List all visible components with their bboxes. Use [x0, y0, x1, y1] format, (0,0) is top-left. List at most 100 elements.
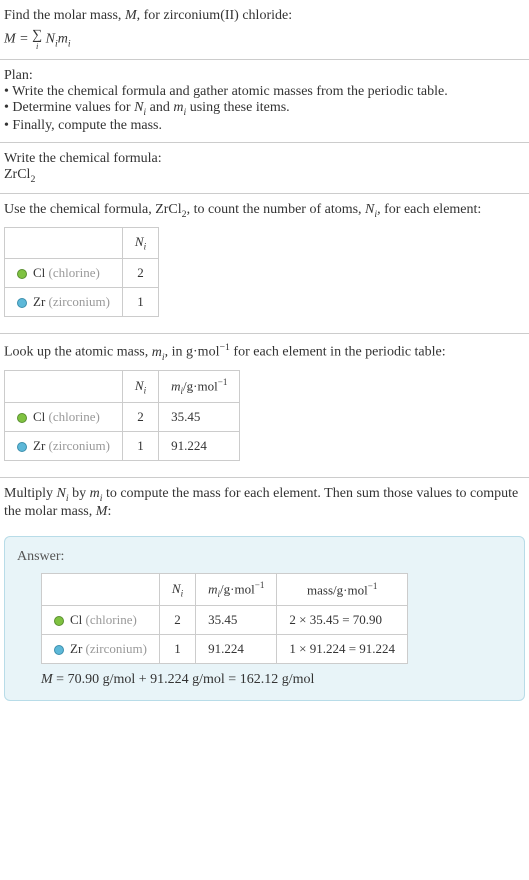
element-dot-icon — [17, 442, 27, 452]
cell-element: Zr (zirconium) — [5, 432, 123, 461]
formula-eq: = — [16, 32, 32, 47]
sigma-index: i — [32, 42, 42, 51]
elem-name: (chlorine) — [49, 265, 100, 280]
col-n-label: N — [135, 378, 144, 393]
table-header-row: Ni mi/g·mol−1 mass/g·mol−1 — [42, 574, 408, 606]
step3-sup: −1 — [219, 342, 229, 353]
step2-section: Use the chemical formula, ZrCl 2 , to coun… — [0, 194, 529, 334]
molar-mass-formula: M = ∑i Nimi — [4, 28, 525, 51]
elem-name: (zirconium) — [49, 438, 110, 453]
plan-bullet-1: • Write the chemical formula and gather … — [4, 84, 525, 100]
elem-symbol: Zr — [33, 294, 45, 309]
elem-symbol: Cl — [33, 265, 45, 280]
cell-mass: 1 × 91.224 = 91.224 — [277, 635, 408, 664]
cell-element: Cl (chlorine) — [5, 403, 123, 432]
formula-lhs: M — [4, 32, 16, 47]
cell-element: Cl (chlorine) — [5, 258, 123, 287]
col-m-label: m — [208, 581, 217, 596]
intro-text: Find the molar mass, M, for zirconium(II… — [4, 8, 525, 24]
col-m: mi/g·mol−1 — [159, 371, 240, 403]
cell-n: 1 — [122, 432, 158, 461]
chemical-formula: ZrCl2 — [4, 167, 525, 185]
table-row: Cl (chlorine) 2 35.45 — [5, 403, 240, 432]
step4-b: by — [69, 486, 90, 501]
element-dot-icon — [54, 616, 64, 626]
element-dot-icon — [17, 413, 27, 423]
col-n: Ni — [159, 574, 195, 606]
table-row: Cl (chlorine) 2 — [5, 258, 159, 287]
col-element — [5, 371, 123, 403]
cell-m: 91.224 — [159, 432, 240, 461]
var-M: M — [125, 8, 137, 23]
step2-b: , to count the number of atoms, — [187, 202, 365, 217]
cell-m: 35.45 — [159, 403, 240, 432]
col-n: Ni — [122, 371, 158, 403]
step3-a: Look up the atomic mass, — [4, 345, 152, 360]
elem-name: (zirconium) — [49, 294, 110, 309]
sigma-block: ∑i — [32, 28, 42, 51]
element-dot-icon — [17, 298, 27, 308]
var-mi-2: mi — [152, 345, 165, 360]
table-header-row: Ni mi/g·mol−1 — [5, 371, 240, 403]
step1-section: Write the chemical formula: ZrCl2 — [0, 143, 529, 194]
col-m-unit: /g·mol — [183, 379, 218, 394]
formula-N: N — [46, 32, 55, 47]
step2-a: Use the chemical formula, ZrCl — [4, 202, 182, 217]
table-row: Zr (zirconium) 1 91.224 — [5, 432, 240, 461]
cell-n: 1 — [159, 635, 195, 664]
answer-table: Ni mi/g·mol−1 mass/g·mol−1 Cl (chlorine)… — [41, 573, 408, 664]
col-element — [5, 228, 123, 259]
element-dot-icon — [17, 269, 27, 279]
elem-symbol: Cl — [70, 612, 82, 627]
col-n: Ni — [122, 228, 158, 259]
var-Ni-2: Ni — [365, 202, 377, 217]
final-result: M = 70.90 g/mol + 91.224 g/mol = 162.12 … — [41, 672, 512, 688]
plan-section: Plan: • Write the chemical formula and g… — [0, 60, 529, 143]
final-M: M — [41, 672, 53, 687]
answer-heading: Answer: — [17, 549, 512, 565]
plan-b2-a: • Determine values for — [4, 100, 134, 115]
var-Ni: Ni — [134, 100, 146, 115]
formula-m-sub: i — [68, 39, 71, 50]
plan-bullet-2: • Determine values for Ni and mi using t… — [4, 100, 525, 118]
step2-text: Use the chemical formula, ZrCl2, to coun… — [4, 202, 525, 220]
cell-n: 2 — [159, 606, 195, 635]
var-Ni-3: Ni — [57, 486, 69, 501]
step4-section: Multiply Ni by mi to compute the mass fo… — [0, 478, 529, 528]
cell-n: 1 — [122, 287, 158, 316]
step3-section: Look up the atomic mass, mi, in g·mol−1 … — [0, 334, 529, 478]
col-mass: mass/g·mol−1 — [277, 574, 408, 606]
atom-count-table: Ni Cl (chlorine) 2 Zr (zirconium) 1 — [4, 227, 159, 317]
cell-n: 2 — [122, 258, 158, 287]
plan-b2-b: and — [146, 100, 173, 115]
step3-b: , in g·mol — [165, 345, 220, 360]
step1-heading: Write the chemical formula: — [4, 151, 525, 167]
cell-m: 91.224 — [196, 635, 277, 664]
col-m-unit: /g·mol — [220, 581, 255, 596]
step3-text: Look up the atomic mass, mi, in g·mol−1 … — [4, 342, 525, 362]
cell-element: Zr (zirconium) — [42, 635, 160, 664]
var-mi-3: mi — [90, 486, 103, 501]
elem-name: (zirconium) — [86, 641, 147, 656]
elem-name: (chlorine) — [86, 612, 137, 627]
step3-c: for each element in the periodic table: — [230, 345, 446, 360]
formula-m: m — [58, 32, 68, 47]
elem-symbol: Zr — [33, 438, 45, 453]
table-row: Zr (zirconium) 1 91.224 1 × 91.224 = 91.… — [42, 635, 408, 664]
element-dot-icon — [54, 645, 64, 655]
cell-element: Zr (zirconium) — [5, 287, 123, 316]
final-eq: = 70.90 g/mol + 91.224 g/mol = 162.12 g/… — [53, 672, 315, 687]
step4-d: : — [107, 504, 111, 519]
formula-sub: 2 — [30, 174, 35, 185]
table-row: Zr (zirconium) 1 — [5, 287, 159, 316]
atomic-mass-table: Ni mi/g·mol−1 Cl (chlorine) 2 35.45 Zr (… — [4, 370, 240, 461]
table-header-row: Ni — [5, 228, 159, 259]
plan-b2-c: using these items. — [186, 100, 289, 115]
elem-name: (chlorine) — [49, 409, 100, 424]
col-m: mi/g·mol−1 — [196, 574, 277, 606]
col-n-label: N — [172, 581, 181, 596]
sigma-icon: ∑ — [32, 28, 42, 43]
step2-c: , for each element: — [377, 202, 481, 217]
step4-text: Multiply Ni by mi to compute the mass fo… — [4, 486, 525, 520]
cell-mass: 2 × 35.45 = 70.90 — [277, 606, 408, 635]
